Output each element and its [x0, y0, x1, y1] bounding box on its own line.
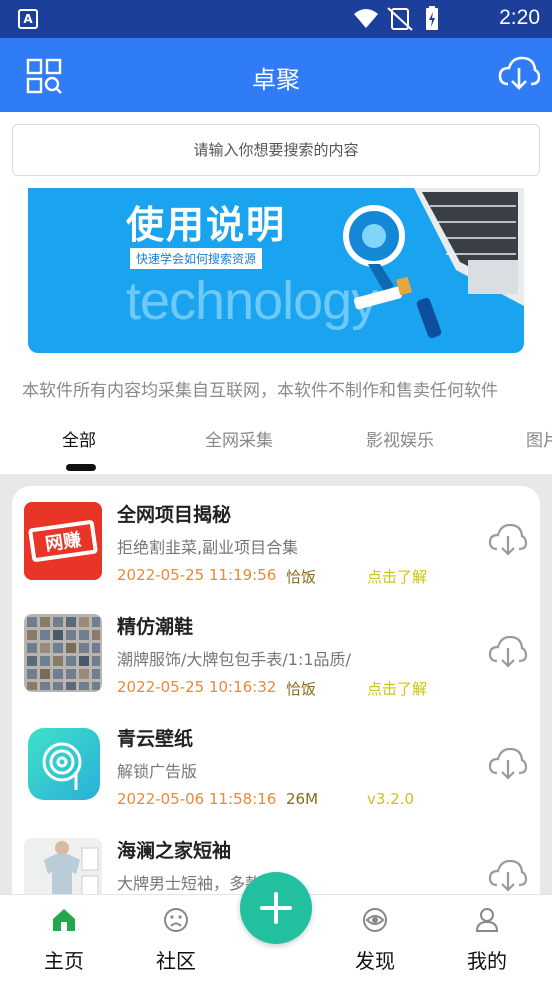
item-date: 2022-05-06 11:58:16	[117, 790, 277, 808]
wifi-icon	[354, 9, 378, 28]
tab-all[interactable]: 全部	[62, 426, 96, 451]
banner-illustration	[343, 188, 524, 339]
list-item[interactable]: 网赚 全网项目揭秘 拒绝割韭菜,副业项目合集 2022-05-25 11:19:…	[12, 486, 540, 598]
nav-label: 我的	[467, 949, 507, 973]
item-date: 2022-05-25 11:19:56	[117, 566, 277, 584]
item-name: 海澜之家短袖	[117, 840, 232, 862]
app-header: 卓聚	[0, 38, 552, 112]
search-box[interactable]	[12, 124, 540, 176]
item-desc: 潮牌服饰/大牌包包手表/1:1品质/	[117, 650, 351, 669]
list-item[interactable]: 青云壁纸 解锁广告版 2022-05-06 11:58:16 26M v3.2.…	[12, 710, 540, 822]
page-title: 卓聚	[252, 66, 300, 94]
item-name: 青云壁纸	[117, 728, 194, 750]
face-icon	[164, 908, 188, 932]
item-meta: 恰饭	[286, 680, 317, 698]
item-thumbnail	[24, 614, 102, 692]
plus-icon	[260, 892, 292, 924]
home-icon	[53, 909, 75, 931]
tab-indicator	[66, 464, 96, 471]
clock: 2:20	[499, 6, 540, 29]
item-action-link[interactable]: 点击了解	[367, 566, 427, 587]
nav-label: 主页	[44, 949, 84, 973]
item-date: 2022-05-25 10:16:32	[117, 678, 277, 696]
eye-icon	[363, 908, 387, 932]
nav-discover[interactable]: 发现	[330, 895, 420, 983]
battery-icon	[426, 6, 438, 30]
banner-carousel[interactable]: 使用说明 快速学会如何搜索资源 technology	[28, 188, 524, 353]
item-thumbnail: 网赚	[24, 502, 102, 580]
item-name: 全网项目揭秘	[117, 504, 232, 526]
tab-video-entertainment[interactable]: 影视娱乐	[366, 426, 434, 451]
no-sim-icon	[387, 7, 413, 31]
user-icon	[475, 908, 499, 932]
nav-community[interactable]: 社区	[131, 895, 221, 983]
tab-pictures[interactable]: 图片	[526, 426, 552, 451]
category-tabs: 全部 全网采集 影视娱乐 图片	[0, 420, 552, 470]
resource-list: 网赚 全网项目揭秘 拒绝割韭菜,副业项目合集 2022-05-25 11:19:…	[12, 486, 540, 906]
search-input[interactable]	[13, 125, 539, 175]
list-item[interactable]: 精仿潮鞋 潮牌服饰/大牌包包手表/1:1品质/ 2022-05-25 10:16…	[12, 598, 540, 710]
cloud-download-icon[interactable]	[488, 634, 528, 670]
nav-home[interactable]: 主页	[19, 895, 109, 983]
status-bar: A 2:20	[0, 0, 552, 38]
cloud-download-icon[interactable]	[488, 522, 528, 558]
cloud-download-icon[interactable]	[488, 858, 528, 894]
item-meta: 恰饭	[286, 568, 317, 586]
status-icons	[354, 6, 438, 31]
tab-web-collect[interactable]: 全网采集	[205, 426, 273, 451]
disclaimer-text: 本软件所有内容均采集自互联网，本软件不制作和售卖任何软件	[22, 381, 498, 401]
item-desc: 拒绝割韭菜,副业项目合集	[117, 538, 299, 557]
nav-label: 社区	[156, 949, 196, 973]
item-name: 精仿潮鞋	[117, 616, 194, 638]
item-meta: 26M	[286, 790, 319, 808]
add-button[interactable]	[240, 872, 312, 944]
item-version: v3.2.0	[367, 790, 415, 808]
item-thumbnail	[24, 726, 102, 804]
cloud-download-icon[interactable]	[488, 746, 528, 782]
item-action-link[interactable]: 点击了解	[367, 678, 427, 699]
banner-subtitle: 快速学会如何搜索资源	[130, 248, 263, 269]
item-desc: 解锁广告版	[117, 762, 198, 781]
cloud-download-icon[interactable]	[498, 54, 540, 94]
nav-label: 发现	[355, 949, 395, 973]
banner-title: 使用说明	[126, 203, 287, 247]
app-notification-icon: A	[18, 9, 38, 29]
nav-mine[interactable]: 我的	[442, 895, 532, 983]
